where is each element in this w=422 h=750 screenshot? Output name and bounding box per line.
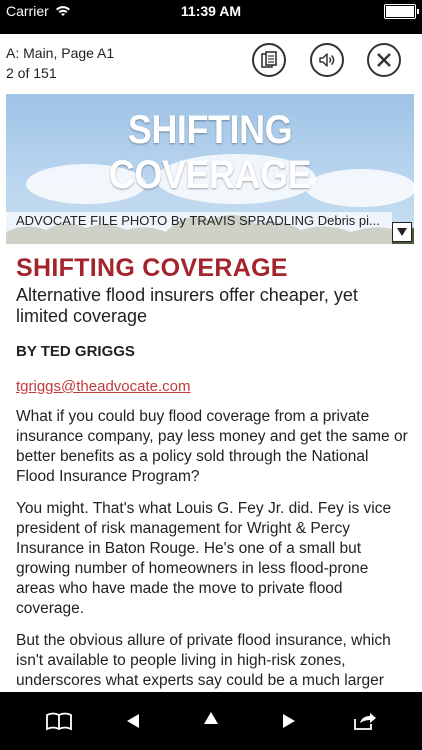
article-byline: BY TED GRIGGS: [16, 343, 135, 360]
bottom-toolbar: [0, 692, 422, 750]
photo-headline: SHIFTING COVERAGE: [108, 108, 312, 197]
up-icon: [204, 712, 218, 724]
close-icon: [377, 53, 391, 67]
speaker-icon: [319, 53, 335, 67]
previous-button[interactable]: [120, 708, 146, 734]
speaker-button[interactable]: [310, 43, 344, 77]
share-button[interactable]: [352, 708, 378, 734]
page-count-label: 2 of 151: [6, 65, 57, 81]
caption-expand-button[interactable]: [392, 222, 412, 242]
author-email-link[interactable]: tgriggs@theadvocate.com: [16, 378, 410, 395]
up-button[interactable]: [198, 705, 224, 731]
next-button[interactable]: [276, 708, 302, 734]
page-header: A: Main, Page A1 2 of 151: [0, 34, 422, 88]
article-body: SHIFTING COVERAGE Alternative flood insu…: [16, 250, 410, 711]
article-subtitle: Alternative flood insurers offer cheaper…: [16, 285, 358, 326]
book-button[interactable]: [46, 708, 72, 734]
battery-icon: [384, 4, 419, 19]
pages-button[interactable]: [252, 43, 286, 77]
section-page-label: A: Main, Page A1: [6, 45, 115, 61]
pages-icon: [261, 51, 277, 68]
article-paragraph: You might. That's what Louis G. Fey Jr. …: [16, 500, 392, 617]
previous-icon: [127, 714, 139, 728]
next-icon: [283, 714, 295, 728]
triangle-down-icon: [397, 228, 407, 236]
status-time: 11:39 AM: [180, 3, 242, 19]
battery-fill: [386, 6, 414, 17]
book-icon: [46, 712, 72, 731]
article-paragraph: What if you could buy flood coverage fro…: [16, 408, 408, 485]
article-photo[interactable]: SHIFTING COVERAGE ADVOCATE FILE PHOTO By…: [6, 94, 414, 244]
status-bar: Carrier 11:39 AM: [0, 0, 422, 22]
photo-caption: ADVOCATE FILE PHOTO By TRAVIS SPRADLING …: [6, 212, 392, 244]
close-button[interactable]: [367, 43, 401, 77]
share-icon: [354, 713, 376, 730]
article-title: SHIFTING COVERAGE: [16, 254, 288, 282]
top-divider: [0, 22, 422, 34]
